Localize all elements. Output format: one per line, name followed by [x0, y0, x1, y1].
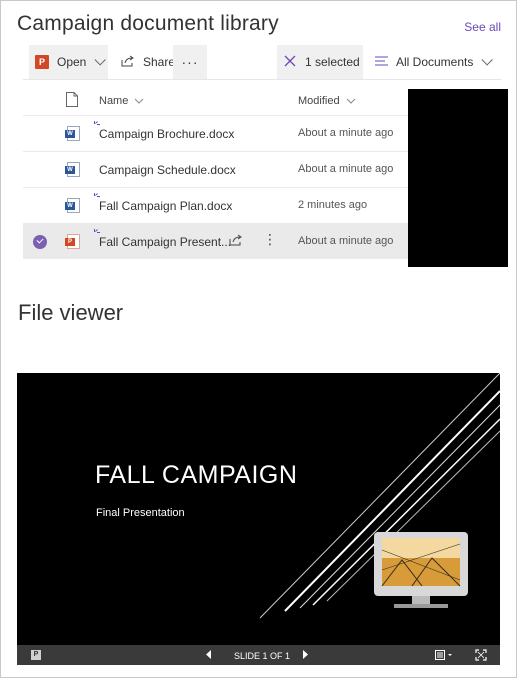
- more-vertical-icon[interactable]: ⋮: [263, 232, 277, 246]
- view-selector[interactable]: All Documents: [369, 45, 495, 79]
- file-name[interactable]: Campaign Schedule.docx: [99, 163, 236, 177]
- list-item[interactable]: Campaign Brochure.docx About a minute ag…: [23, 115, 408, 151]
- open-button[interactable]: P Open: [29, 45, 109, 79]
- list-header: Name Modified: [23, 85, 408, 115]
- slide-title: FALL CAMPAIGN: [95, 461, 298, 489]
- modified-date: About a minute ago: [298, 235, 394, 247]
- list-item[interactable]: Fall Campaign Present... ⋮ About a minut…: [23, 223, 408, 259]
- chevron-down-icon: [94, 54, 107, 66]
- word-document-icon: [65, 126, 80, 141]
- chevron-down-icon: [346, 98, 355, 104]
- modified-column-label: Modified: [298, 95, 340, 107]
- fullscreen-icon[interactable]: [475, 649, 487, 663]
- share-icon: [121, 55, 135, 70]
- view-label: All Documents: [396, 55, 474, 69]
- modified-date: About a minute ago: [298, 163, 394, 175]
- redacted-region: [408, 89, 508, 267]
- command-bar: P Open Share ··· 1 selected All Document…: [23, 45, 501, 80]
- see-all-link[interactable]: See all: [464, 20, 501, 34]
- word-document-icon: [65, 162, 80, 177]
- next-slide-button[interactable]: [302, 650, 308, 661]
- open-label: Open: [57, 55, 87, 69]
- share-button[interactable]: Share: [115, 45, 181, 79]
- viewer-toolbar: P SLIDE 1 OF 1: [17, 645, 500, 665]
- name-column-header[interactable]: Name: [99, 95, 144, 107]
- selected-check-icon[interactable]: [33, 235, 47, 249]
- file-name[interactable]: Fall Campaign Present...: [99, 235, 231, 249]
- powerpoint-document-icon: [65, 234, 80, 249]
- more-actions-button[interactable]: ···: [173, 45, 207, 79]
- close-icon: [283, 54, 297, 71]
- slide-subtitle: Final Presentation: [96, 507, 185, 519]
- word-document-icon: [65, 198, 80, 213]
- slide-preview: FALL CAMPAIGN Final Presentation: [17, 373, 500, 645]
- notes-view-icon[interactable]: [435, 650, 453, 662]
- modified-column-header[interactable]: Modified: [298, 95, 356, 107]
- app-icon[interactable]: P: [31, 650, 41, 660]
- chevron-down-icon: [135, 98, 144, 104]
- computer-monitor-image: [374, 532, 468, 608]
- clear-selection-button[interactable]: 1 selected: [277, 45, 363, 79]
- file-type-icon[interactable]: [66, 92, 78, 110]
- selected-count: 1 selected: [305, 55, 360, 69]
- slide-indicator: SLIDE 1 OF 1: [234, 651, 291, 661]
- modified-date: About a minute ago: [298, 127, 394, 139]
- share-icon[interactable]: [229, 234, 243, 249]
- share-label: Share: [143, 55, 176, 69]
- file-name[interactable]: Campaign Brochure.docx: [99, 127, 234, 141]
- list-item[interactable]: Fall Campaign Plan.docx 2 minutes ago: [23, 187, 408, 223]
- list-view-icon: [375, 55, 388, 69]
- powerpoint-icon: P: [35, 55, 49, 69]
- library-title: Campaign document library: [17, 12, 279, 35]
- previous-slide-button[interactable]: [206, 650, 212, 661]
- chevron-down-icon: [481, 54, 494, 66]
- modified-date: 2 minutes ago: [298, 199, 368, 211]
- name-column-label: Name: [99, 95, 129, 107]
- viewer-title: File viewer: [18, 300, 124, 325]
- file-name[interactable]: Fall Campaign Plan.docx: [99, 199, 232, 213]
- document-list: Name Modified Campaign Brochure.docx Abo…: [23, 85, 408, 259]
- list-item[interactable]: Campaign Schedule.docx About a minute ag…: [23, 151, 408, 187]
